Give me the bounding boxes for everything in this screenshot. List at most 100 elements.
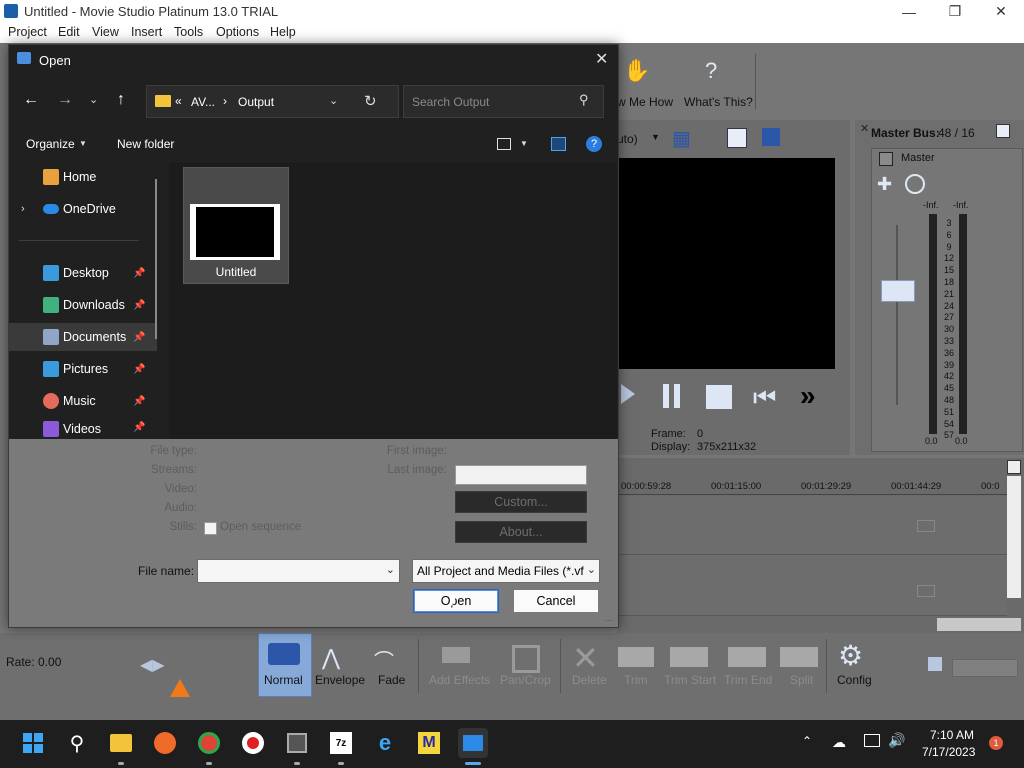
start-button[interactable] <box>20 730 46 756</box>
dialog-close-button[interactable]: ✕ <box>595 49 608 69</box>
network-icon[interactable]: ☁ <box>832 734 846 751</box>
show-me-how-icon[interactable]: ✋ <box>623 58 650 84</box>
tool-fade[interactable]: Fade <box>378 673 405 687</box>
tool-trim[interactable]: Trim <box>624 673 648 687</box>
tool-split[interactable]: Split <box>790 673 813 687</box>
menu-insert[interactable]: Insert <box>131 25 162 39</box>
rate-thumb-icon[interactable] <box>170 679 190 697</box>
view-dropdown-icon[interactable]: ▼ <box>520 139 528 148</box>
resize-grip-icon[interactable]: ⋯ <box>605 616 613 625</box>
file-name-dropdown-icon[interactable]: ⌄ <box>386 563 395 576</box>
7zip-icon[interactable]: 7z <box>328 730 354 756</box>
zoom-icon[interactable] <box>928 657 942 671</box>
preview-quality-select[interactable]: uto) <box>617 132 638 146</box>
transport-start-icon[interactable]: ⏮ <box>753 384 776 410</box>
movie-studio-icon[interactable] <box>284 730 310 756</box>
menu-edit[interactable]: Edit <box>58 25 80 39</box>
envelope-tool-icon[interactable]: ⋀ <box>322 645 340 671</box>
file-item[interactable]: Untitled <box>183 167 289 284</box>
save-snapshot-icon[interactable] <box>762 128 780 146</box>
nav-item-documents[interactable]: Documents 📌 <box>9 323 157 351</box>
view-options-icon[interactable] <box>497 138 511 150</box>
transport-play-icon[interactable] <box>621 384 635 404</box>
pin-icon[interactable]: 📌 <box>133 332 145 343</box>
cancel-button[interactable]: Cancel <box>513 589 599 613</box>
chrome-icon[interactable] <box>196 730 222 756</box>
marker-icon[interactable] <box>1007 460 1021 474</box>
display-icon[interactable] <box>864 734 880 747</box>
master-bus-properties-icon[interactable] <box>996 124 1010 138</box>
menu-options[interactable]: Options <box>216 25 259 39</box>
rate-slider-icon[interactable]: ◀▶ <box>140 655 165 675</box>
show-me-how-button[interactable]: w Me How <box>617 95 673 109</box>
mute-icon[interactable] <box>905 174 925 194</box>
transport-end-icon[interactable]: » <box>800 382 816 410</box>
help-icon[interactable]: ? <box>586 136 602 152</box>
file-explorer-icon[interactable] <box>108 730 134 756</box>
internet-explorer-icon[interactable]: e <box>372 730 398 756</box>
pin-icon[interactable]: 📌 <box>133 268 145 279</box>
config-icon[interactable]: ⚙ <box>838 639 863 672</box>
timeline-track[interactable] <box>617 496 1007 555</box>
tool-pan-crop[interactable]: Pan/Crop <box>500 673 551 687</box>
nav-scrollbar[interactable] <box>155 179 157 339</box>
nav-item-downloads[interactable]: Downloads 📌 <box>9 291 157 319</box>
pin-icon[interactable]: 📌 <box>133 422 145 433</box>
tool-envelope[interactable]: Envelope <box>315 673 365 687</box>
whats-this-button[interactable]: What's This? <box>684 95 753 109</box>
nav-item-videos[interactable]: Videos 📌 <box>9 419 157 439</box>
refresh-icon[interactable]: ↻ <box>364 92 377 110</box>
search-input[interactable]: Search Output <box>412 95 489 109</box>
new-folder-button[interactable]: New folder <box>117 137 174 151</box>
normal-tool-icon[interactable] <box>268 643 300 665</box>
nav-item-desktop[interactable]: Desktop 📌 <box>9 259 157 287</box>
movie-studio-active-icon[interactable] <box>458 728 488 758</box>
file-type-filter-dropdown-icon[interactable]: ⌄ <box>586 563 596 576</box>
up-arrow-icon[interactable]: ↑ <box>117 91 125 109</box>
media-app-icon[interactable]: M <box>416 730 442 756</box>
menu-help[interactable]: Help <box>270 25 296 39</box>
copy-snapshot-icon[interactable] <box>727 128 747 148</box>
open-sequence-checkbox[interactable] <box>204 522 217 535</box>
volume-icon[interactable]: 🔊 <box>888 732 905 749</box>
pin-icon[interactable]: 📌 <box>133 396 145 407</box>
minimize-button[interactable]: — <box>886 0 932 23</box>
tool-delete[interactable]: Delete <box>572 673 607 687</box>
tool-add-effects[interactable]: Add Effects <box>429 673 490 687</box>
menu-view[interactable]: View <box>92 25 119 39</box>
grid-icon[interactable]: ▦ <box>672 126 691 151</box>
fx-icon[interactable]: ✚ <box>877 174 892 195</box>
tool-trim-end[interactable]: Trim End <box>724 673 772 687</box>
back-arrow-icon[interactable]: ← <box>23 91 39 109</box>
clock-time[interactable]: 7:10 AM <box>930 728 974 742</box>
file-type-filter-select[interactable]: All Project and Media Files (*.vf ⌄ <box>412 559 600 583</box>
about-button[interactable]: About... <box>455 521 587 543</box>
nav-item-onedrive[interactable]: › OneDrive <box>9 195 157 223</box>
last-image-input[interactable] <box>455 465 587 485</box>
search-icon[interactable]: ⚲ <box>579 92 589 108</box>
file-name-input[interactable]: ⌄ <box>197 559 400 583</box>
menu-project[interactable]: Project <box>8 25 47 39</box>
nav-item-home[interactable]: Home <box>9 163 157 191</box>
pin-icon[interactable]: 📌 <box>133 364 145 375</box>
whats-this-icon[interactable]: ? <box>705 58 717 84</box>
timeline-hscroll-controls[interactable] <box>937 618 1021 631</box>
expand-chevron-icon[interactable]: › <box>21 203 25 215</box>
recorder-icon[interactable] <box>240 730 266 756</box>
notification-badge[interactable]: 1 <box>989 736 1003 750</box>
nav-item-pictures[interactable]: Pictures 📌 <box>9 355 157 383</box>
transport-pause-icon[interactable] <box>663 384 683 408</box>
zoom-slider[interactable] <box>952 659 1018 677</box>
search-taskbar-icon[interactable]: ⚲ <box>64 730 90 756</box>
preview-quality-dropdown-icon[interactable]: ▼ <box>651 132 660 142</box>
nav-item-music[interactable]: Music 📌 <box>9 387 157 415</box>
restore-button[interactable]: ❐ <box>932 0 978 23</box>
timeline-vscroll[interactable] <box>1007 476 1021 598</box>
tool-normal[interactable]: Normal <box>264 673 303 687</box>
firefox-icon[interactable] <box>152 730 178 756</box>
transport-stop-icon[interactable] <box>706 385 732 409</box>
close-app-button[interactable]: ✕ <box>978 0 1024 23</box>
tool-config[interactable]: Config <box>837 673 872 687</box>
breadcrumb-current[interactable]: Output <box>238 95 274 109</box>
menu-tools[interactable]: Tools <box>174 25 203 39</box>
